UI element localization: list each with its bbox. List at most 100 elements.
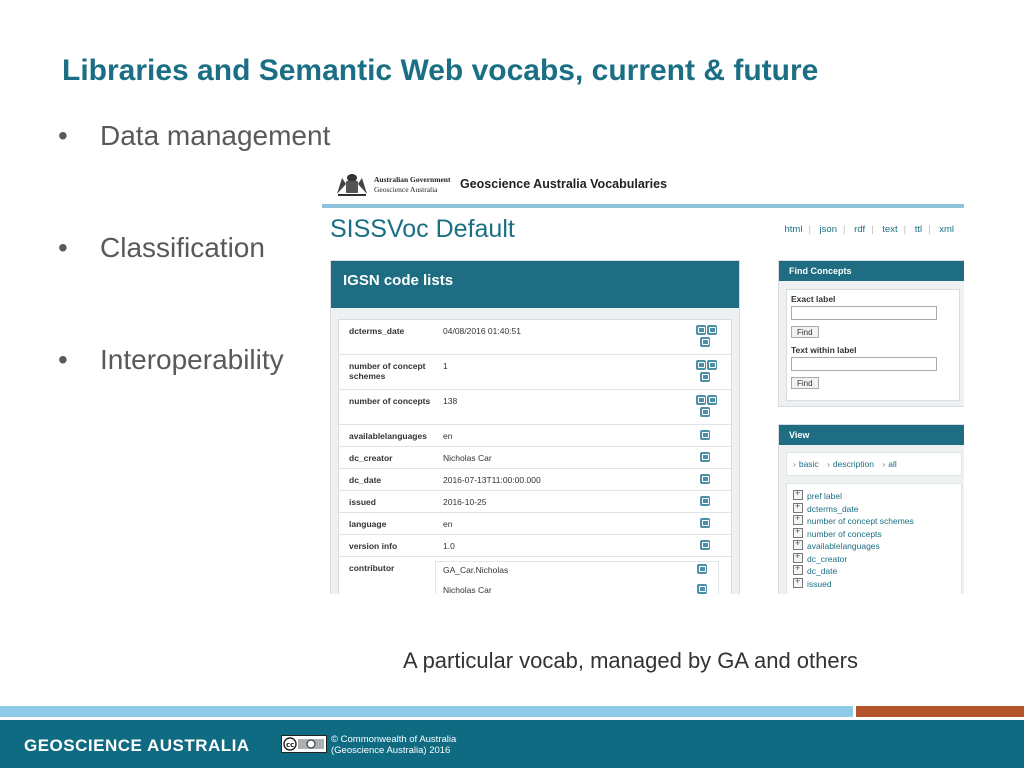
table-row: version info 1.0 xyxy=(339,535,731,557)
view-mode-all[interactable]: all xyxy=(888,459,897,469)
property-label: dc_date xyxy=(349,475,382,485)
property-label: dc_creator xyxy=(349,453,393,463)
row-actions xyxy=(695,395,721,419)
row-actions xyxy=(695,540,721,552)
link-icon[interactable] xyxy=(697,564,707,574)
row-actions xyxy=(695,360,721,384)
list-item[interactable]: number of concepts xyxy=(793,526,882,539)
list-item[interactable]: dc_date xyxy=(793,563,837,576)
footer-accent-bar-orange xyxy=(856,706,1024,717)
vocab-title: SISSVoc Default xyxy=(330,215,515,243)
link-icon[interactable] xyxy=(696,325,706,335)
find-concepts-form: Exact label Find Text within label Find xyxy=(786,289,960,401)
view-mode-description[interactable]: description xyxy=(833,459,874,469)
format-link-json[interactable]: json xyxy=(814,224,843,235)
list-item[interactable]: number of concept schemes xyxy=(793,513,914,526)
property-value: Nicholas Car xyxy=(443,453,492,463)
bullet-marker: • xyxy=(58,232,68,263)
view-panel: View ›basic ›description ›all pref label… xyxy=(778,424,964,594)
link-icon[interactable] xyxy=(700,540,710,550)
row-actions xyxy=(695,496,721,508)
link-icon[interactable] xyxy=(700,337,710,347)
screenshot-caption: A particular vocab, managed by GA and ot… xyxy=(403,648,858,673)
link-icon[interactable] xyxy=(700,474,710,484)
format-links: html | json | rdf | text | ttl | xml xyxy=(778,224,960,235)
site-title[interactable]: Geoscience Australia Vocabularies xyxy=(460,177,667,191)
copyright-line-1: © Commonwealth of Australia xyxy=(331,734,457,745)
bullet-marker: • xyxy=(58,120,68,151)
property-label: dcterms_date xyxy=(349,326,405,336)
footer: GEOSCIENCE AUSTRALIA cc © Commonwealth o… xyxy=(0,720,1024,768)
creative-commons-icon: cc xyxy=(281,735,327,753)
find-exact-button[interactable]: Find xyxy=(791,326,819,338)
table-row: number of concepts 138 xyxy=(339,390,731,425)
table-row: contributor GA_Car.Nicholas Nicholas Car xyxy=(339,557,731,594)
text-within-label-input[interactable] xyxy=(791,357,937,371)
property-value: 2016-07-13T11:00:00.000 xyxy=(443,475,541,485)
format-link-ttl[interactable]: ttl xyxy=(909,224,928,235)
property-value: 2016-10-25 xyxy=(443,497,487,507)
view-title: View xyxy=(779,425,964,445)
copyright-line-2: (Geoscience Australia) 2016 xyxy=(331,745,451,756)
row-actions xyxy=(695,430,721,442)
table-row: dc_date 2016-07-13T11:00:00.000 xyxy=(339,469,731,491)
link-icon[interactable] xyxy=(707,325,717,335)
link-icon[interactable] xyxy=(700,430,710,440)
ga-header: Australian Government Geoscience Austral… xyxy=(322,166,964,202)
link-icon[interactable] xyxy=(707,360,717,370)
link-icon[interactable] xyxy=(707,395,717,405)
add-property-icon[interactable] xyxy=(793,563,803,575)
add-property-icon[interactable] xyxy=(793,538,803,550)
add-property-icon[interactable] xyxy=(793,526,803,538)
row-actions xyxy=(695,518,721,530)
property-label: number of concept schemes xyxy=(349,361,426,381)
format-link-rdf[interactable]: rdf xyxy=(848,224,871,235)
list-item[interactable]: availablelanguages xyxy=(793,538,880,551)
table-row: dcterms_date 04/08/2016 01:40:51 xyxy=(339,320,731,355)
copyright-notice: © Commonwealth of Australia (Geoscience … xyxy=(331,734,456,756)
find-concepts-title: Find Concepts xyxy=(779,261,964,281)
list-item[interactable]: dcterms_date xyxy=(793,501,859,514)
bullet-marker: • xyxy=(58,344,68,375)
find-text-button[interactable]: Find xyxy=(791,377,819,389)
view-mode-basic[interactable]: basic xyxy=(799,459,819,469)
table-row: availablelanguages en xyxy=(339,425,731,447)
vocab-screenshot: Australian Government Geoscience Austral… xyxy=(322,166,964,594)
format-link-html[interactable]: html xyxy=(778,224,808,235)
list-item[interactable]: pref label xyxy=(793,488,842,501)
link-icon[interactable] xyxy=(700,407,710,417)
coat-of-arms-icon xyxy=(337,174,367,196)
add-property-icon[interactable] xyxy=(793,513,803,525)
row-actions xyxy=(695,452,721,464)
table-row: number of concept schemes 1 xyxy=(339,355,731,390)
link-icon[interactable] xyxy=(700,372,710,382)
add-property-icon[interactable] xyxy=(793,488,803,500)
property-value: 1.0 xyxy=(443,541,455,551)
list-item[interactable]: issued xyxy=(793,576,832,589)
table-row: language en xyxy=(339,513,731,535)
property-label: contributor xyxy=(349,563,395,573)
list-item[interactable]: dc_creator xyxy=(793,551,847,564)
add-property-icon[interactable] xyxy=(793,551,803,563)
link-icon[interactable] xyxy=(696,360,706,370)
row-actions xyxy=(695,474,721,486)
link-icon[interactable] xyxy=(696,395,706,405)
property-label: language xyxy=(349,519,387,529)
government-logo-text: Australian Government Geoscience Austral… xyxy=(374,175,450,195)
link-icon[interactable] xyxy=(700,496,710,506)
property-filter-list: pref label dcterms_date number of concep… xyxy=(786,483,962,594)
svg-text:cc: cc xyxy=(286,741,294,749)
find-concepts-panel: Find Concepts Exact label Find Text with… xyxy=(778,260,964,407)
link-icon[interactable] xyxy=(697,584,707,594)
link-icon[interactable] xyxy=(700,452,710,462)
property-label: issued xyxy=(349,497,376,507)
format-link-text[interactable]: text xyxy=(876,224,903,235)
format-link-xml[interactable]: xml xyxy=(933,224,960,235)
table-row: issued 2016-10-25 xyxy=(339,491,731,513)
link-icon[interactable] xyxy=(700,518,710,528)
add-property-icon[interactable] xyxy=(793,501,803,513)
gov-line-2: Geoscience Australia xyxy=(374,185,438,194)
property-label: availablelanguages xyxy=(349,431,427,441)
exact-label-input[interactable] xyxy=(791,306,937,320)
add-property-icon[interactable] xyxy=(793,576,803,588)
